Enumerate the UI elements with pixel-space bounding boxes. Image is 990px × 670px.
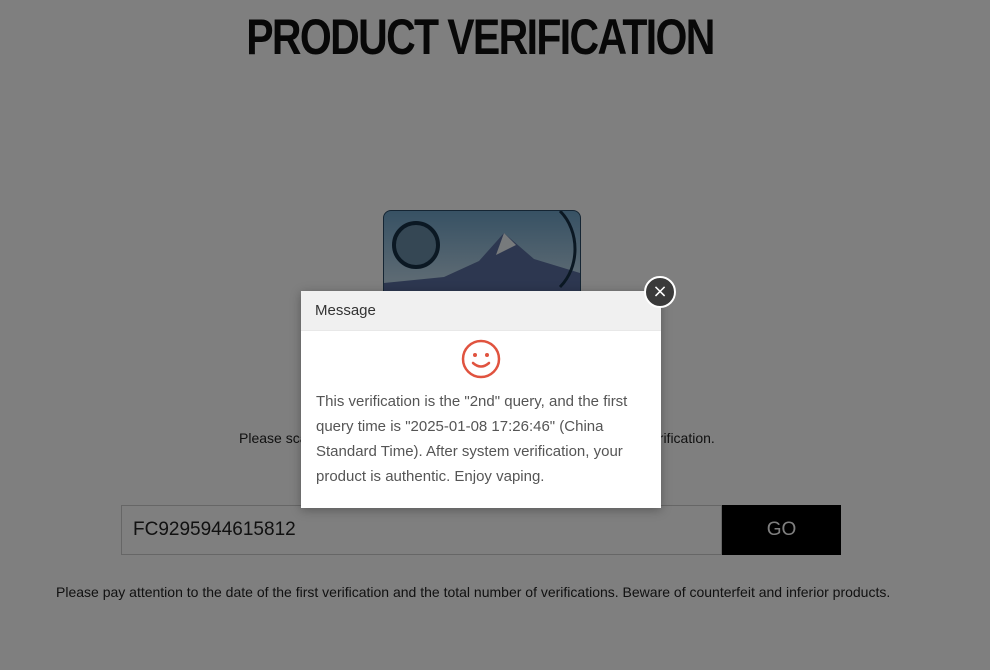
message-modal: Message This verification is the "2nd" q… — [301, 291, 661, 508]
close-icon[interactable]: × — [644, 276, 676, 308]
smile-icon — [461, 339, 501, 379]
modal-title: Message — [301, 291, 661, 331]
modal-message: This verification is the "2nd" query, an… — [316, 393, 628, 485]
